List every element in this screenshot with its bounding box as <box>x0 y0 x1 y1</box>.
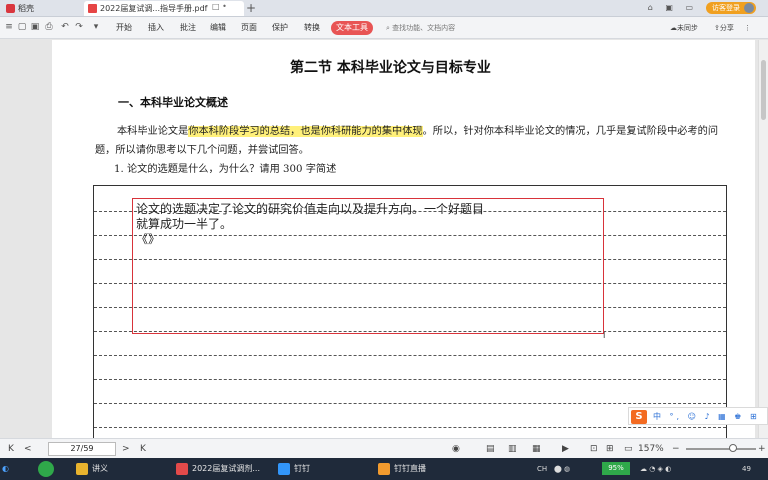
status-bar: K < 27/59 > K ◉ ▤ ▥ ▦ ▶ ⊡ ⊞ ▭ 157% − + <box>0 438 768 458</box>
page-number-field[interactable]: 27/59 <box>48 442 116 456</box>
wps-icon <box>176 462 188 475</box>
zoom-value[interactable]: 157% <box>638 442 664 456</box>
menu-icon[interactable]: ≡ <box>4 22 14 32</box>
menu-start[interactable]: 开始 <box>116 21 132 35</box>
language-indicator[interactable]: CH <box>537 462 547 476</box>
pdf-page: 第二节 本科毕业论文与目标专业 一、本科毕业论文概述 本科毕业论文是你本科阶段学… <box>52 40 755 438</box>
folder-icon <box>76 462 88 475</box>
read-mode-icon[interactable]: ◉ <box>452 442 460 456</box>
menu-page[interactable]: 页面 <box>241 21 257 35</box>
menu-convert[interactable]: 转换 <box>304 21 320 35</box>
share-button[interactable]: ⇪分享 <box>714 21 734 35</box>
tab-options-icon[interactable]: □ • <box>212 2 227 11</box>
crop-icon[interactable]: ⊞ <box>606 442 614 456</box>
menu-bar: ≡ ▢ ▣ ⎙ ↶ ↷ ▾ 开始 插入 批注 编辑 页面 保护 转换 文本工具 … <box>0 17 768 39</box>
zoom-slider[interactable] <box>686 448 756 450</box>
two-page-icon[interactable]: ▥ <box>508 442 517 456</box>
menu-protect[interactable]: 保护 <box>272 21 288 35</box>
tab-document-label: 2022届复试调...指导手册.pdf <box>100 4 208 13</box>
answer-line <box>94 403 726 404</box>
answer-text[interactable]: 论文的选题决定了论文的研究价值走向以及提升方向。一个好题目 就算成功一半了。 《… <box>136 202 606 247</box>
answer-line <box>94 379 726 380</box>
sogou-logo-icon[interactable]: S <box>631 410 647 424</box>
taskbar-explorer[interactable]: 讲义 <box>76 461 108 477</box>
first-page-button[interactable]: K <box>8 442 14 456</box>
answer-line <box>94 355 726 356</box>
tray-icons-2[interactable]: ☁ ◔ ◈ ◐ <box>640 462 671 476</box>
menu-insert[interactable]: 插入 <box>148 21 164 35</box>
ime-tools[interactable]: 中 °, ☺ ♪ ▦ ♚ ⊞ <box>653 411 760 423</box>
battery-indicator[interactable]: 95% <box>602 462 630 475</box>
save-icon[interactable]: ▣ <box>30 22 40 32</box>
avatar-icon <box>744 3 754 13</box>
daoke-logo-icon <box>6 4 15 13</box>
login-button[interactable]: 访客登录 <box>706 2 756 14</box>
next-page-button[interactable]: > <box>122 442 130 456</box>
fit-icon[interactable]: ⊡ <box>590 442 598 456</box>
screen-icon[interactable]: ▭ <box>624 442 633 456</box>
taskbar-dingtalk[interactable]: 钉钉 <box>278 461 310 477</box>
scrollbar-thumb[interactable] <box>761 60 766 120</box>
play-icon[interactable]: ▶ <box>562 442 569 456</box>
text-cursor-icon: I <box>603 331 606 340</box>
ime-toolbar[interactable]: S 中 °, ☺ ♪ ▦ ♚ ⊞ <box>628 407 768 425</box>
section-title: 第二节 本科毕业论文与目标专业 <box>290 60 491 76</box>
taskbar-wps[interactable]: 2022届复试调剂... <box>176 461 260 477</box>
menu-annotate[interactable]: 批注 <box>180 21 196 35</box>
answer-line <box>94 427 726 428</box>
zoom-in-button[interactable]: + <box>758 442 766 456</box>
prev-page-button[interactable]: < <box>24 442 32 456</box>
tray-counter[interactable]: 49 <box>742 462 751 476</box>
question-1: 1. 论文的选题是什么，为什么？请用 300 字简述 <box>114 164 337 175</box>
start-button[interactable] <box>38 461 54 477</box>
highlighted-text: 你本科阶段学习的总结，也是你科研能力的集中体现 <box>188 126 423 137</box>
undo-icon[interactable]: ↶ <box>60 22 70 32</box>
zoom-slider-knob[interactable] <box>729 444 737 452</box>
login-label: 访客登录 <box>712 4 740 12</box>
menu-text-tools[interactable]: 文本工具 <box>331 21 373 35</box>
vertical-scrollbar[interactable] <box>758 40 768 438</box>
menu-edit[interactable]: 编辑 <box>210 21 226 35</box>
tray-icons[interactable]: ⬤ ◍ <box>554 462 570 476</box>
subsection-title: 一、本科毕业论文概述 <box>118 96 228 109</box>
redo-icon[interactable]: ↷ <box>74 22 84 32</box>
live-icon <box>378 462 390 475</box>
dropdown-icon[interactable]: ▾ <box>91 22 101 32</box>
search-placeholder: 查找功能、文档内容 <box>392 24 456 32</box>
document-area: 第二节 本科毕业论文与目标专业 一、本科毕业论文概述 本科毕业论文是你本科阶段学… <box>0 40 768 438</box>
search-icon: ⌕ <box>386 24 390 32</box>
window-icons[interactable]: ⌂ ▣ ▭ <box>648 3 698 12</box>
sync-status[interactable]: ☁未同步 <box>670 21 698 35</box>
pdf-icon <box>88 4 97 13</box>
continuous-icon[interactable]: ▦ <box>532 442 541 456</box>
zoom-out-button[interactable]: − <box>672 442 680 456</box>
tab-home[interactable]: 稻壳 <box>2 1 82 16</box>
print-icon[interactable]: ⎙ <box>44 22 54 32</box>
single-page-icon[interactable]: ▤ <box>486 442 495 456</box>
tab-home-label: 稻壳 <box>18 4 34 13</box>
last-page-button[interactable]: K <box>140 442 146 456</box>
cloud-icon: ☁ <box>670 24 677 32</box>
dingtalk-icon <box>278 462 290 475</box>
intro-paragraph: 本科毕业论文是你本科阶段学习的总结，也是你科研能力的集中体现。所以，针对你本科毕… <box>95 126 719 156</box>
more-icon[interactable]: ⋮ <box>744 21 751 35</box>
tab-bar: 稻壳 2022届复试调...指导手册.pdf □ • + ⌂ ▣ ▭ 访客登录 <box>0 0 768 17</box>
qq-icon[interactable]: ◐ <box>2 461 9 477</box>
search-box[interactable]: ⌕ 查找功能、文档内容 <box>386 21 455 35</box>
open-icon[interactable]: ▢ <box>17 22 27 32</box>
taskbar: ◐ 讲义 2022届复试调剂... 钉钉 钉钉直播 CH ⬤ ◍ 95% ☁ ◔… <box>0 458 768 480</box>
new-tab-button[interactable]: + <box>246 0 256 16</box>
taskbar-dingtalk-live[interactable]: 钉钉直播 <box>378 461 426 477</box>
